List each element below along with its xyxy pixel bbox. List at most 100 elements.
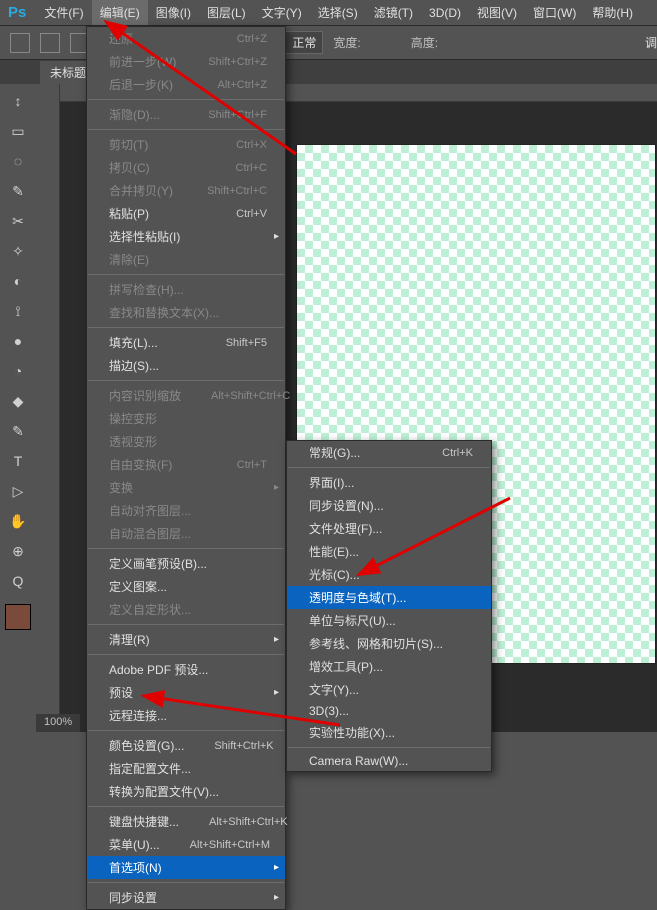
tool-button-5[interactable]: ✧ bbox=[7, 240, 29, 262]
menu-item-label: 增效工具(P)... bbox=[309, 658, 383, 675]
ruler-vertical bbox=[36, 84, 60, 732]
edit-item-4: 渐隐(D)...Shift+Ctrl+F bbox=[87, 103, 285, 126]
menu-item-label: 描边(S)... bbox=[109, 357, 159, 374]
edit-item-9[interactable]: 粘贴(P)Ctrl+V bbox=[87, 202, 285, 225]
menu-file[interactable]: 文件(F) bbox=[36, 0, 91, 25]
tool-button-12[interactable]: T bbox=[7, 450, 29, 472]
menu-item-label: 后退一步(K) bbox=[109, 76, 173, 93]
edit-item-0: 还原Ctrl+Z bbox=[87, 27, 285, 50]
tool-button-10[interactable]: ◆ bbox=[7, 390, 29, 412]
menu-item-label: 拼写检查(H)... bbox=[109, 281, 184, 298]
app-logo: Ps bbox=[8, 4, 26, 21]
menu-item-label: 定义图案... bbox=[109, 578, 167, 595]
edit-item-31[interactable]: 清理(R) bbox=[87, 628, 285, 651]
edit-item-37[interactable]: 颜色设置(G)...Shift+Ctrl+K bbox=[87, 734, 285, 757]
menu-separator bbox=[88, 129, 284, 130]
edit-item-43[interactable]: 首选项(N) bbox=[87, 856, 285, 879]
edit-item-42[interactable]: 菜单(U)...Alt+Shift+Ctrl+M bbox=[87, 833, 285, 856]
tool-preset-icon[interactable] bbox=[40, 33, 60, 53]
prefs-item-6[interactable]: 光标(C)... bbox=[287, 563, 491, 586]
edit-item-11: 清除(E) bbox=[87, 248, 285, 271]
menu-item-label: 界面(I)... bbox=[309, 474, 354, 491]
status-bar: 100% bbox=[36, 714, 80, 732]
edit-item-17[interactable]: 描边(S)... bbox=[87, 354, 285, 377]
menu-view[interactable]: 视图(V) bbox=[469, 0, 525, 25]
menu-item-label: 粘贴(P) bbox=[109, 205, 149, 222]
menu-item-label: 光标(C)... bbox=[309, 566, 360, 583]
menu-item-shortcut: Alt+Shift+Ctrl+M bbox=[190, 839, 270, 851]
menu-item-label: 还原 bbox=[109, 30, 133, 47]
prefs-item-11[interactable]: 文字(Y)... bbox=[287, 678, 491, 701]
tool-button-6[interactable]: ◐ bbox=[7, 270, 29, 292]
prefs-item-8[interactable]: 单位与标尺(U)... bbox=[287, 609, 491, 632]
edit-item-16[interactable]: 填充(L)...Shift+F5 bbox=[87, 331, 285, 354]
menu-item-label: 文字(Y)... bbox=[309, 681, 359, 698]
tool-button-4[interactable]: ✂ bbox=[7, 210, 29, 232]
prefs-item-2[interactable]: 界面(I)... bbox=[287, 471, 491, 494]
edit-item-38[interactable]: 指定配置文件... bbox=[87, 757, 285, 780]
edit-item-34[interactable]: 预设 bbox=[87, 681, 285, 704]
menu-window[interactable]: 窗口(W) bbox=[525, 0, 584, 25]
menu-item-label: 指定配置文件... bbox=[109, 760, 191, 777]
menu-3d[interactable]: 3D(D) bbox=[421, 2, 469, 24]
menu-layer[interactable]: 图层(L) bbox=[199, 0, 254, 25]
tool-button-3[interactable]: ✎ bbox=[7, 180, 29, 202]
edit-item-45[interactable]: 同步设置 bbox=[87, 886, 285, 909]
prefs-item-10[interactable]: 增效工具(P)... bbox=[287, 655, 491, 678]
tool-button-16[interactable]: Q bbox=[7, 570, 29, 592]
tool-button-15[interactable]: ⊕ bbox=[7, 540, 29, 562]
style-select[interactable]: 正常 bbox=[285, 31, 323, 54]
prefs-item-5[interactable]: 性能(E)... bbox=[287, 540, 491, 563]
prefs-item-0[interactable]: 常规(G)...Ctrl+K bbox=[287, 441, 491, 464]
menu-item-label: 前进一步(W) bbox=[109, 53, 176, 70]
menu-filter[interactable]: 滤镜(T) bbox=[366, 0, 421, 25]
edit-item-23: 变换 bbox=[87, 476, 285, 499]
edit-item-28[interactable]: 定义图案... bbox=[87, 575, 285, 598]
tool-button-14[interactable]: ✋ bbox=[7, 510, 29, 532]
menu-item-shortcut: Shift+Ctrl+F bbox=[208, 109, 267, 121]
edit-item-22: 自由变换(F)Ctrl+T bbox=[87, 453, 285, 476]
menu-image[interactable]: 图像(I) bbox=[148, 0, 199, 25]
edit-item-33[interactable]: Adobe PDF 预设... bbox=[87, 658, 285, 681]
menu-item-label: 拷贝(C) bbox=[109, 159, 150, 176]
prefs-item-3[interactable]: 同步设置(N)... bbox=[287, 494, 491, 517]
edit-item-35[interactable]: 远程连接... bbox=[87, 704, 285, 727]
menu-item-label: 文件处理(F)... bbox=[309, 520, 382, 537]
edit-item-6: 剪切(T)Ctrl+X bbox=[87, 133, 285, 156]
tool-button-8[interactable]: ● bbox=[7, 330, 29, 352]
height-label: 高度: bbox=[411, 34, 438, 51]
foreground-color-swatch[interactable] bbox=[5, 604, 31, 630]
prefs-item-7[interactable]: 透明度与色域(T)... bbox=[287, 586, 491, 609]
menu-separator bbox=[288, 467, 490, 468]
tool-button-2[interactable]: ◌ bbox=[7, 150, 29, 172]
prefs-item-4[interactable]: 文件处理(F)... bbox=[287, 517, 491, 540]
tool-button-11[interactable]: ✎ bbox=[7, 420, 29, 442]
edit-item-41[interactable]: 键盘快捷键...Alt+Shift+Ctrl+K bbox=[87, 810, 285, 833]
tool-button-0[interactable]: ↕ bbox=[7, 90, 29, 112]
tool-button-13[interactable]: ▷ bbox=[7, 480, 29, 502]
tools-panel: ↕ ▭ ◌ ✎ ✂ ✧ ◐ ⟟ ● ◔ ◆ ✎ T ▷ ✋ ⊕ Q bbox=[0, 84, 36, 630]
tool-button-1[interactable]: ▭ bbox=[7, 120, 29, 142]
edit-item-7: 拷贝(C)Ctrl+C bbox=[87, 156, 285, 179]
tool-button-7[interactable]: ⟟ bbox=[7, 300, 29, 322]
prefs-item-12[interactable]: 3D(3)... bbox=[287, 701, 491, 721]
menu-help[interactable]: 帮助(H) bbox=[584, 0, 641, 25]
menu-type[interactable]: 文字(Y) bbox=[254, 0, 310, 25]
menu-item-label: 清除(E) bbox=[109, 251, 149, 268]
current-tool-icon[interactable] bbox=[10, 33, 30, 53]
menu-item-label: 实验性功能(X)... bbox=[309, 724, 395, 741]
menu-item-label: 同步设置 bbox=[109, 889, 157, 906]
menu-separator bbox=[88, 882, 284, 883]
menu-edit[interactable]: 编辑(E) bbox=[92, 0, 148, 25]
prefs-item-13[interactable]: 实验性功能(X)... bbox=[287, 721, 491, 744]
menu-item-label: 查找和替换文本(X)... bbox=[109, 304, 219, 321]
prefs-item-9[interactable]: 参考线、网格和切片(S)... bbox=[287, 632, 491, 655]
edit-item-27[interactable]: 定义画笔预设(B)... bbox=[87, 552, 285, 575]
prefs-item-15[interactable]: Camera Raw(W)... bbox=[287, 751, 491, 771]
edit-item-10[interactable]: 选择性粘贴(I) bbox=[87, 225, 285, 248]
menu-select[interactable]: 选择(S) bbox=[310, 0, 366, 25]
edit-item-29: 定义自定形状... bbox=[87, 598, 285, 621]
menu-item-label: 剪切(T) bbox=[109, 136, 148, 153]
tool-button-9[interactable]: ◔ bbox=[7, 360, 29, 382]
edit-item-39[interactable]: 转换为配置文件(V)... bbox=[87, 780, 285, 803]
